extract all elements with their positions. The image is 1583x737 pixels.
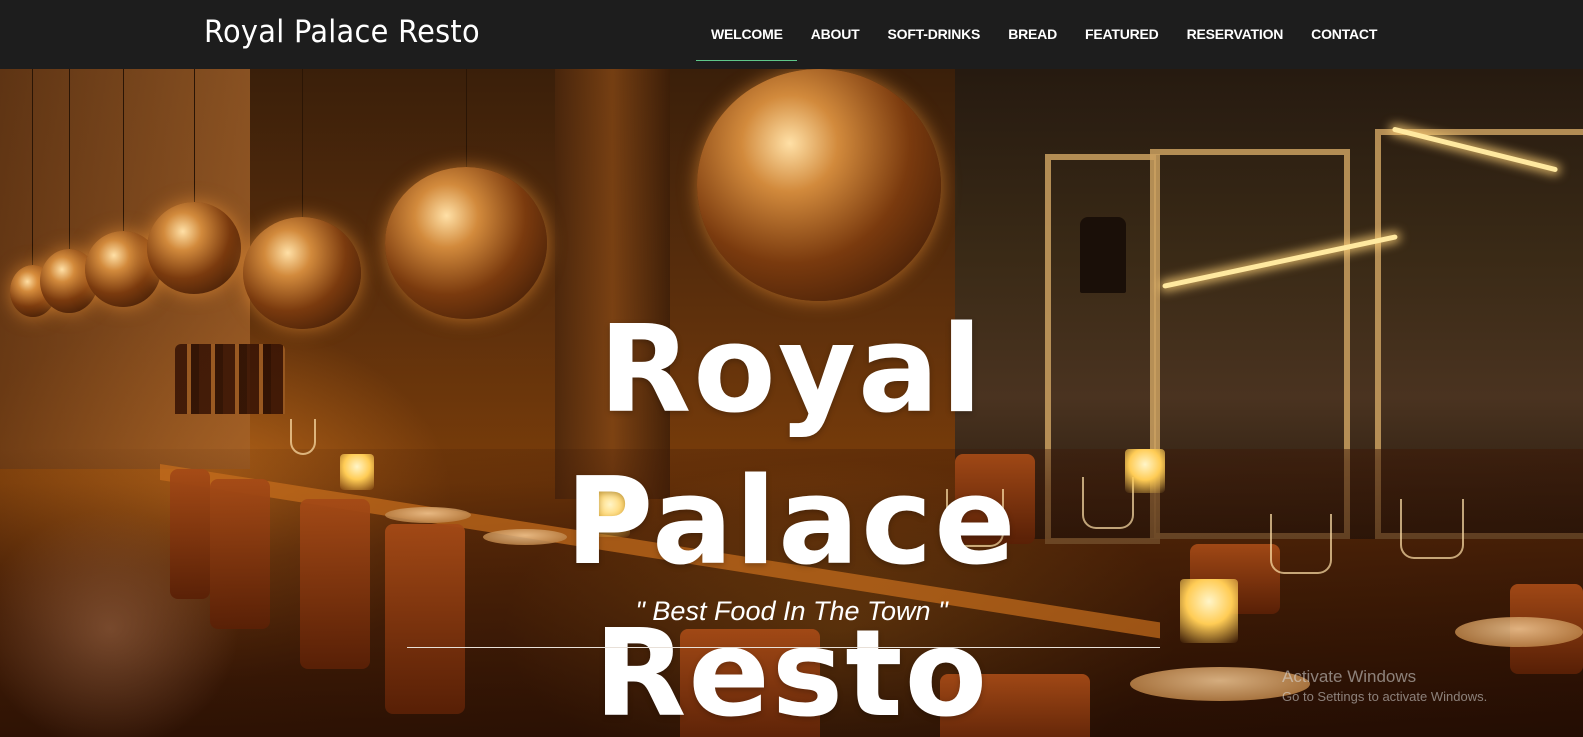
watermark-subtitle: Go to Settings to activate Windows. xyxy=(1282,689,1488,704)
top-navbar: Royal Palace Resto WELCOME ABOUT SOFT-DR… xyxy=(0,0,1583,69)
pendant-lamp xyxy=(697,69,941,301)
lamp-cord xyxy=(32,69,33,265)
hero-divider xyxy=(407,647,1160,648)
pendant-lamp-black xyxy=(1080,217,1126,293)
nav-item-bread[interactable]: BREAD xyxy=(994,0,1071,61)
nav-item-welcome[interactable]: WELCOME xyxy=(696,0,797,61)
nav-item-reservation[interactable]: RESERVATION xyxy=(1173,0,1298,61)
watermark-title: Activate Windows xyxy=(1282,667,1417,686)
lamp-cord xyxy=(194,69,195,202)
nav-item-about[interactable]: ABOUT xyxy=(797,0,874,61)
activate-windows-watermark: Activate Windows Go to Settings to activ… xyxy=(1282,667,1487,704)
nav-item-featured[interactable]: FEATURED xyxy=(1071,0,1173,61)
brand-logo-link[interactable]: Royal Palace Resto xyxy=(204,14,480,50)
nav-item-soft-drinks[interactable]: SOFT-DRINKS xyxy=(874,0,995,61)
lamp-cord xyxy=(69,69,70,249)
nav-item-contact[interactable]: CONTACT xyxy=(1297,0,1391,61)
lamp-cord xyxy=(466,69,467,167)
pendant-lamp xyxy=(147,202,241,294)
lamp-cord xyxy=(302,69,303,217)
lamp-cord xyxy=(123,69,124,231)
hero-title-line-1: Royal Palace xyxy=(565,301,1018,592)
nav-menu: WELCOME ABOUT SOFT-DRINKS BREAD FEATURED… xyxy=(696,0,1391,69)
hero-section: Royal Palace Resto " Best Food In The To… xyxy=(0,69,1583,737)
hero-tagline: " Best Food In The Town " xyxy=(635,596,948,626)
